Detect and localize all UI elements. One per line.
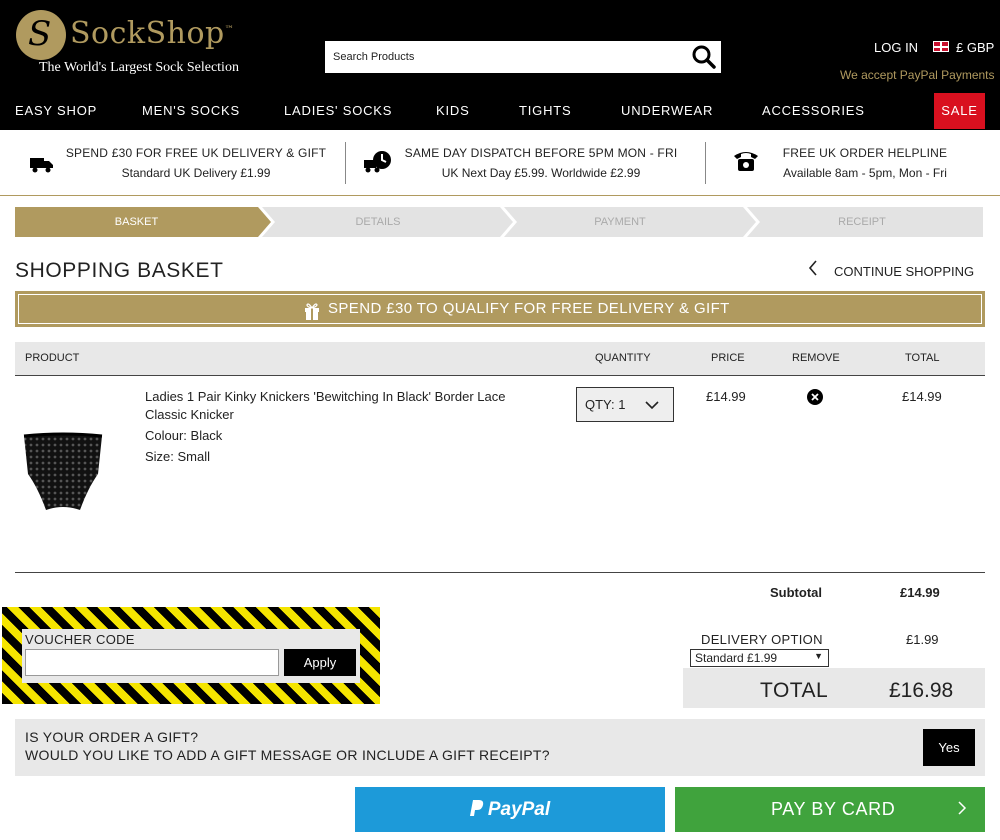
paypal-icon — [469, 789, 484, 816]
product-colour: Colour: Black — [145, 428, 223, 443]
nav-mens-socks[interactable]: MEN'S SOCKS — [142, 103, 240, 118]
delivery-truck-icon — [30, 156, 54, 179]
divider — [705, 142, 706, 184]
item-total: £14.99 — [902, 389, 942, 404]
pay-by-card-button[interactable]: PAY BY CARD — [675, 787, 985, 832]
sockshop-logo[interactable]: S SockShop™ The World's Largest Sock Sel… — [16, 10, 266, 80]
step-payment: PAYMENT — [594, 216, 646, 228]
voucher-label: VOUCHER CODE — [25, 632, 135, 647]
remove-item-icon[interactable] — [807, 389, 823, 405]
gift-question: IS YOUR ORDER A GIFT? — [25, 729, 199, 745]
uk-flag-icon[interactable] — [933, 41, 949, 52]
subtotal-value: £14.99 — [900, 585, 940, 600]
fast-dispatch-icon — [362, 150, 394, 181]
chevron-left-icon — [808, 260, 822, 281]
chevron-right-icon — [957, 799, 967, 822]
paypal-button[interactable]: PayPal — [355, 787, 665, 832]
page-title: SHOPPING BASKET — [15, 259, 224, 282]
main-nav: EASY SHOP MEN'S SOCKS LADIES' SOCKS KIDS… — [0, 93, 1000, 129]
total-value: £16.98 — [889, 679, 954, 702]
product-name[interactable]: Ladies 1 Pair Kinky Knickers 'Bewitching… — [145, 388, 545, 424]
checkout-steps: BASKET DETAILS PAYMENT RECEIPT — [15, 207, 983, 237]
chevron-down-icon — [645, 397, 659, 410]
nav-tights[interactable]: TIGHTS — [519, 103, 571, 118]
order-total: TOTAL £16.98 — [683, 668, 985, 708]
gift-icon — [304, 302, 320, 320]
gift-option: IS YOUR ORDER A GIFT? WOULD YOU LIKE TO … — [15, 719, 985, 776]
dropdown-arrow-icon: ▼ — [814, 651, 823, 661]
search-bar — [325, 41, 721, 73]
col-total: TOTAL — [905, 352, 940, 364]
info-same-day: SAME DAY DISPATCH BEFORE 5PM MON - FRI U… — [404, 146, 678, 180]
telephone-icon — [733, 150, 759, 177]
quantity-select[interactable]: QTY: 1 — [576, 387, 674, 422]
col-price: PRICE — [711, 352, 745, 364]
info-helpline: FREE UK ORDER HELPLINE Available 8am - 5… — [782, 146, 948, 180]
item-price: £14.99 — [706, 389, 746, 404]
nav-easy-shop[interactable]: EASY SHOP — [15, 103, 97, 118]
delivery-cost: £1.99 — [906, 632, 939, 647]
step-receipt: RECEIPT — [838, 216, 886, 228]
col-product: PRODUCT — [25, 352, 80, 364]
nav-ladies-socks[interactable]: LADIES' SOCKS — [284, 103, 392, 118]
logo-name: SockShop™ — [70, 16, 235, 51]
apply-voucher-button[interactable]: Apply — [284, 649, 356, 676]
delivery-option-select[interactable]: Standard £1.99 ▼ — [690, 649, 829, 667]
col-remove: REMOVE — [792, 352, 840, 364]
delivery-option-label: DELIVERY OPTION — [701, 632, 823, 647]
info-free-delivery: SPEND £30 FOR FREE UK DELIVERY & GIFT St… — [65, 146, 327, 180]
site-header: S SockShop™ The World's Largest Sock Sel… — [0, 0, 1000, 130]
paypal-note: We accept PayPal Payments — [840, 68, 995, 82]
gift-message-question: WOULD YOU LIKE TO ADD A GIFT MESSAGE OR … — [25, 747, 550, 763]
search-icon[interactable] — [691, 44, 717, 70]
col-quantity: QUANTITY — [595, 352, 651, 364]
step-details: DETAILS — [355, 216, 401, 228]
info-bar: SPEND £30 FOR FREE UK DELIVERY & GIFT St… — [0, 130, 1000, 196]
divider — [15, 572, 985, 573]
subtotal-label: Subtotal — [770, 585, 822, 600]
logo-tagline: The World's Largest Sock Selection — [39, 60, 239, 75]
login-link[interactable]: LOG IN — [874, 40, 918, 55]
nav-underwear[interactable]: UNDERWEAR — [621, 103, 713, 118]
currency-selector[interactable]: £ GBP — [956, 40, 994, 55]
product-size: Size: Small — [145, 449, 211, 464]
voucher-highlight: VOUCHER CODE Apply — [2, 607, 380, 704]
nav-kids[interactable]: KIDS — [436, 103, 470, 118]
basket-table-header: PRODUCT QUANTITY PRICE REMOVE TOTAL — [15, 342, 985, 376]
voucher-box: VOUCHER CODE Apply — [22, 629, 360, 683]
nav-sale[interactable]: SALE — [934, 93, 985, 129]
search-input[interactable] — [325, 41, 675, 73]
gift-yes-button[interactable]: Yes — [923, 729, 975, 766]
logo-mark: S — [16, 10, 66, 60]
step-basket: BASKET — [114, 216, 159, 228]
continue-shopping-link[interactable]: CONTINUE SHOPPING — [808, 260, 974, 281]
free-delivery-banner: SPEND £30 TO QUALIFY FOR FREE DELIVERY &… — [15, 291, 985, 327]
nav-accessories[interactable]: ACCESSORIES — [762, 103, 865, 118]
total-label: TOTAL — [760, 679, 829, 702]
voucher-code-input[interactable] — [25, 649, 279, 676]
divider — [345, 142, 346, 184]
free-delivery-banner-text: SPEND £30 TO QUALIFY FOR FREE DELIVERY &… — [328, 300, 730, 317]
product-image[interactable] — [22, 430, 104, 516]
